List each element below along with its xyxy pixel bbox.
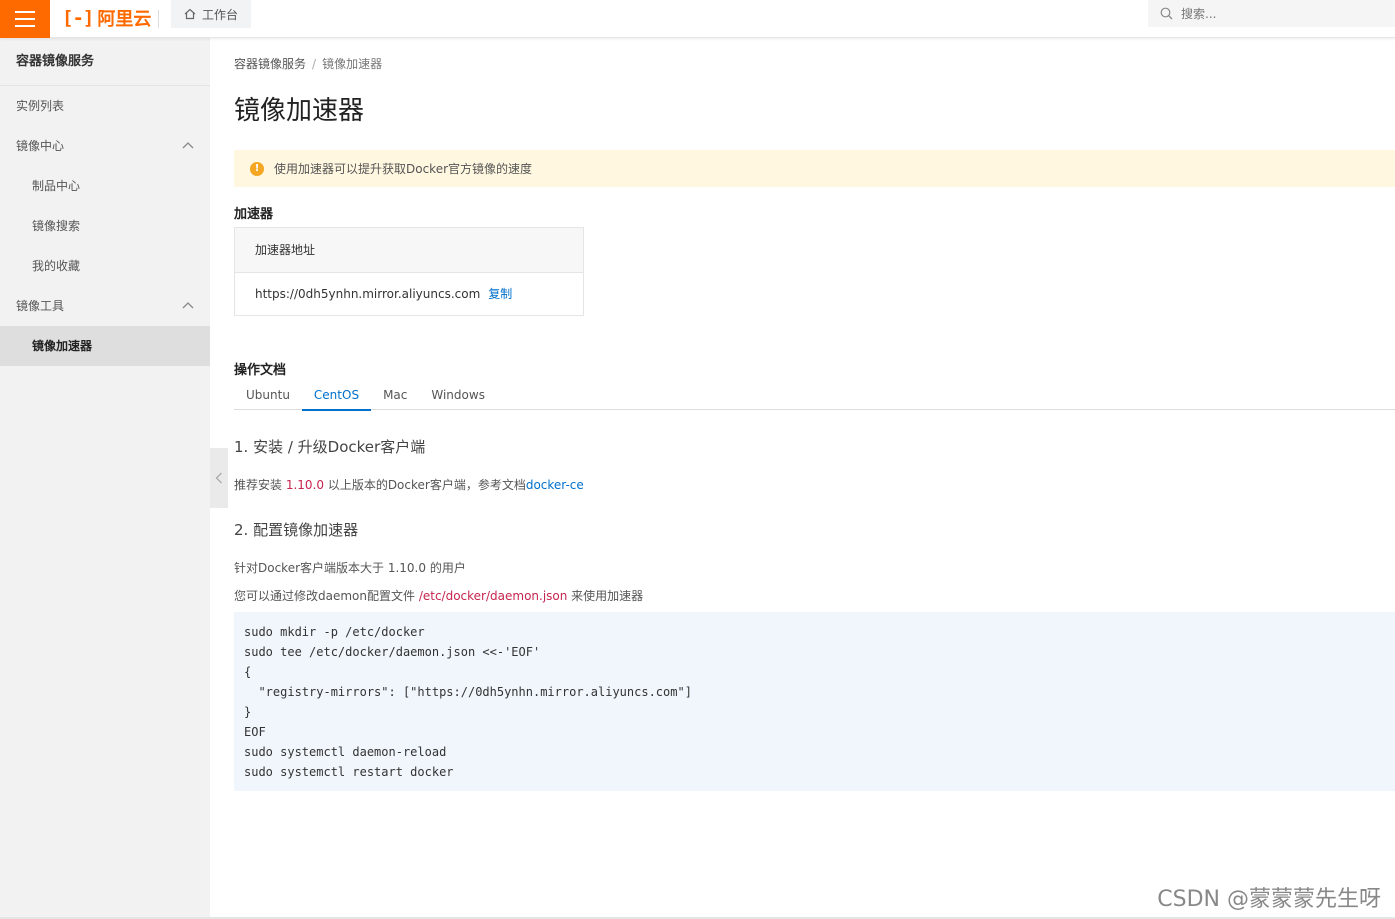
aliyun-logo-text: 阿里云 [97, 9, 152, 30]
warning-icon: ! [250, 161, 264, 176]
os-tabs: Ubuntu CentOS Mac Windows [234, 380, 1395, 411]
sidebar-item-label: 我的收藏 [32, 259, 81, 273]
accelerator-table-row: https://0dh5ynhn.mirror.aliyuncs.com 复制 [235, 273, 583, 316]
sidebar-item-label: 实例列表 [16, 99, 65, 113]
code-line: { [244, 665, 252, 679]
sidebar-item-label: 镜像加速器 [32, 339, 93, 353]
code-line: sudo systemctl restart docker [244, 765, 454, 779]
step2-prefix: 您可以通过修改daemon配置文件 [234, 589, 419, 603]
divider [158, 10, 159, 28]
step1-version: 1.10.0 [285, 478, 324, 492]
chevron-up-icon[interactable] [182, 286, 194, 326]
workbench-button[interactable]: 工作台 [171, 0, 251, 28]
sidebar-item-artifact-center[interactable]: 制品中心 [0, 166, 210, 206]
code-line: sudo mkdir -p /etc/docker [244, 625, 425, 639]
code-block[interactable]: sudo mkdir -p /etc/docker sudo tee /etc/… [234, 612, 1395, 791]
breadcrumb-root[interactable]: 容器镜像服务 [234, 57, 306, 71]
step1-mid: 以上版本的Docker客户端，参考文档 [324, 478, 526, 492]
copy-button[interactable]: 复制 [488, 287, 512, 301]
sidebar-item-image-search[interactable]: 镜像搜索 [0, 206, 210, 246]
page-title: 镜像加速器 [234, 96, 365, 126]
breadcrumb-current: 镜像加速器 [322, 57, 383, 71]
step1-text: 推荐安装 1.10.0 以上版本的Docker客户端，参考文档docker-ce [234, 476, 584, 493]
chevron-up-icon[interactable] [182, 126, 194, 166]
breadcrumb-separator: / [312, 57, 317, 71]
sidebar-group-image-tools[interactable]: 镜像工具 [0, 286, 210, 326]
notice-text: 使用加速器可以提升获取Docker官方镜像的速度 [274, 162, 533, 176]
aliyun-logo[interactable]: [-] 阿里云 [62, 5, 151, 31]
tab-windows[interactable]: Windows [419, 380, 497, 410]
code-line: sudo tee /etc/docker/daemon.json <<-'EOF… [244, 645, 541, 659]
menu-icon[interactable] [0, 0, 50, 38]
sidebar-item-instances[interactable]: 实例列表 [0, 86, 210, 126]
code-line: "registry-mirrors": ["https://0dh5ynhn.m… [244, 685, 692, 699]
info-notice: ! 使用加速器可以提升获取Docker官方镜像的速度 [234, 150, 1395, 187]
tab-mac[interactable]: Mac [371, 380, 419, 410]
step2-paragraph-2: 您可以通过修改daemon配置文件 /etc/docker/daemon.jso… [234, 587, 643, 604]
sidebar-title: 容器镜像服务 [0, 38, 210, 86]
tab-centos[interactable]: CentOS [301, 380, 372, 411]
top-bar: [-] 阿里云 工作台 [0, 0, 1395, 38]
accelerator-address: https://0dh5ynhn.mirror.aliyuncs.com [255, 287, 481, 301]
step2-suffix: 来使用加速器 [567, 589, 644, 603]
accelerator-table-header: 加速器地址 [235, 228, 583, 273]
accelerator-table: 加速器地址 https://0dh5ynhn.mirror.aliyuncs.c… [234, 227, 584, 316]
workbench-label: 工作台 [201, 7, 238, 22]
breadcrumb: 容器镜像服务 / 镜像加速器 [234, 55, 382, 72]
code-line: } [244, 705, 252, 719]
sidebar-item-label: 镜像工具 [16, 299, 65, 313]
sidebar-group-image-center[interactable]: 镜像中心 [0, 126, 210, 166]
home-icon [184, 8, 196, 20]
code-line: sudo systemctl daemon-reload [244, 745, 447, 759]
sidebar-item-image-accelerator[interactable]: 镜像加速器 [0, 326, 210, 366]
docker-ce-link[interactable]: docker-ce [526, 478, 584, 492]
sidebar-collapse-button[interactable] [210, 448, 228, 508]
main-content: 容器镜像服务 / 镜像加速器 镜像加速器 ! 使用加速器可以提升获取Docker官方… [234, 38, 1395, 919]
code-line: EOF [244, 725, 266, 739]
sidebar: 容器镜像服务 实例列表 镜像中心 制品中心 镜像搜索 我的收藏 镜像工具 镜像加… [0, 38, 210, 919]
step2-paragraph-1: 针对Docker客户端版本大于 1.10.0 的用户 [234, 561, 466, 575]
sidebar-item-label: 制品中心 [32, 179, 81, 193]
search-input[interactable] [1181, 6, 1381, 21]
step2-title: 2. 配置镜像加速器 [234, 521, 359, 539]
csdn-watermark: CSDN @蒙蒙蒙先生呀 [1157, 887, 1381, 912]
chevron-left-icon [215, 472, 222, 484]
sidebar-item-favorites[interactable]: 我的收藏 [0, 246, 210, 286]
accelerator-heading: 加速器 [234, 207, 274, 222]
tab-ubuntu[interactable]: Ubuntu [234, 380, 302, 410]
docs-heading: 操作文档 [234, 363, 287, 378]
aliyun-logo-mark: [-] [62, 7, 94, 29]
step1-prefix: 推荐安装 [234, 478, 286, 492]
search-icon [1160, 7, 1173, 20]
step1-title: 1. 安装 / 升级Docker客户端 [234, 438, 426, 456]
sidebar-item-label: 镜像搜索 [32, 219, 81, 233]
daemon-json-path: /etc/docker/daemon.json [418, 589, 568, 603]
sidebar-item-label: 镜像中心 [16, 139, 65, 153]
search-box[interactable] [1148, 0, 1395, 27]
